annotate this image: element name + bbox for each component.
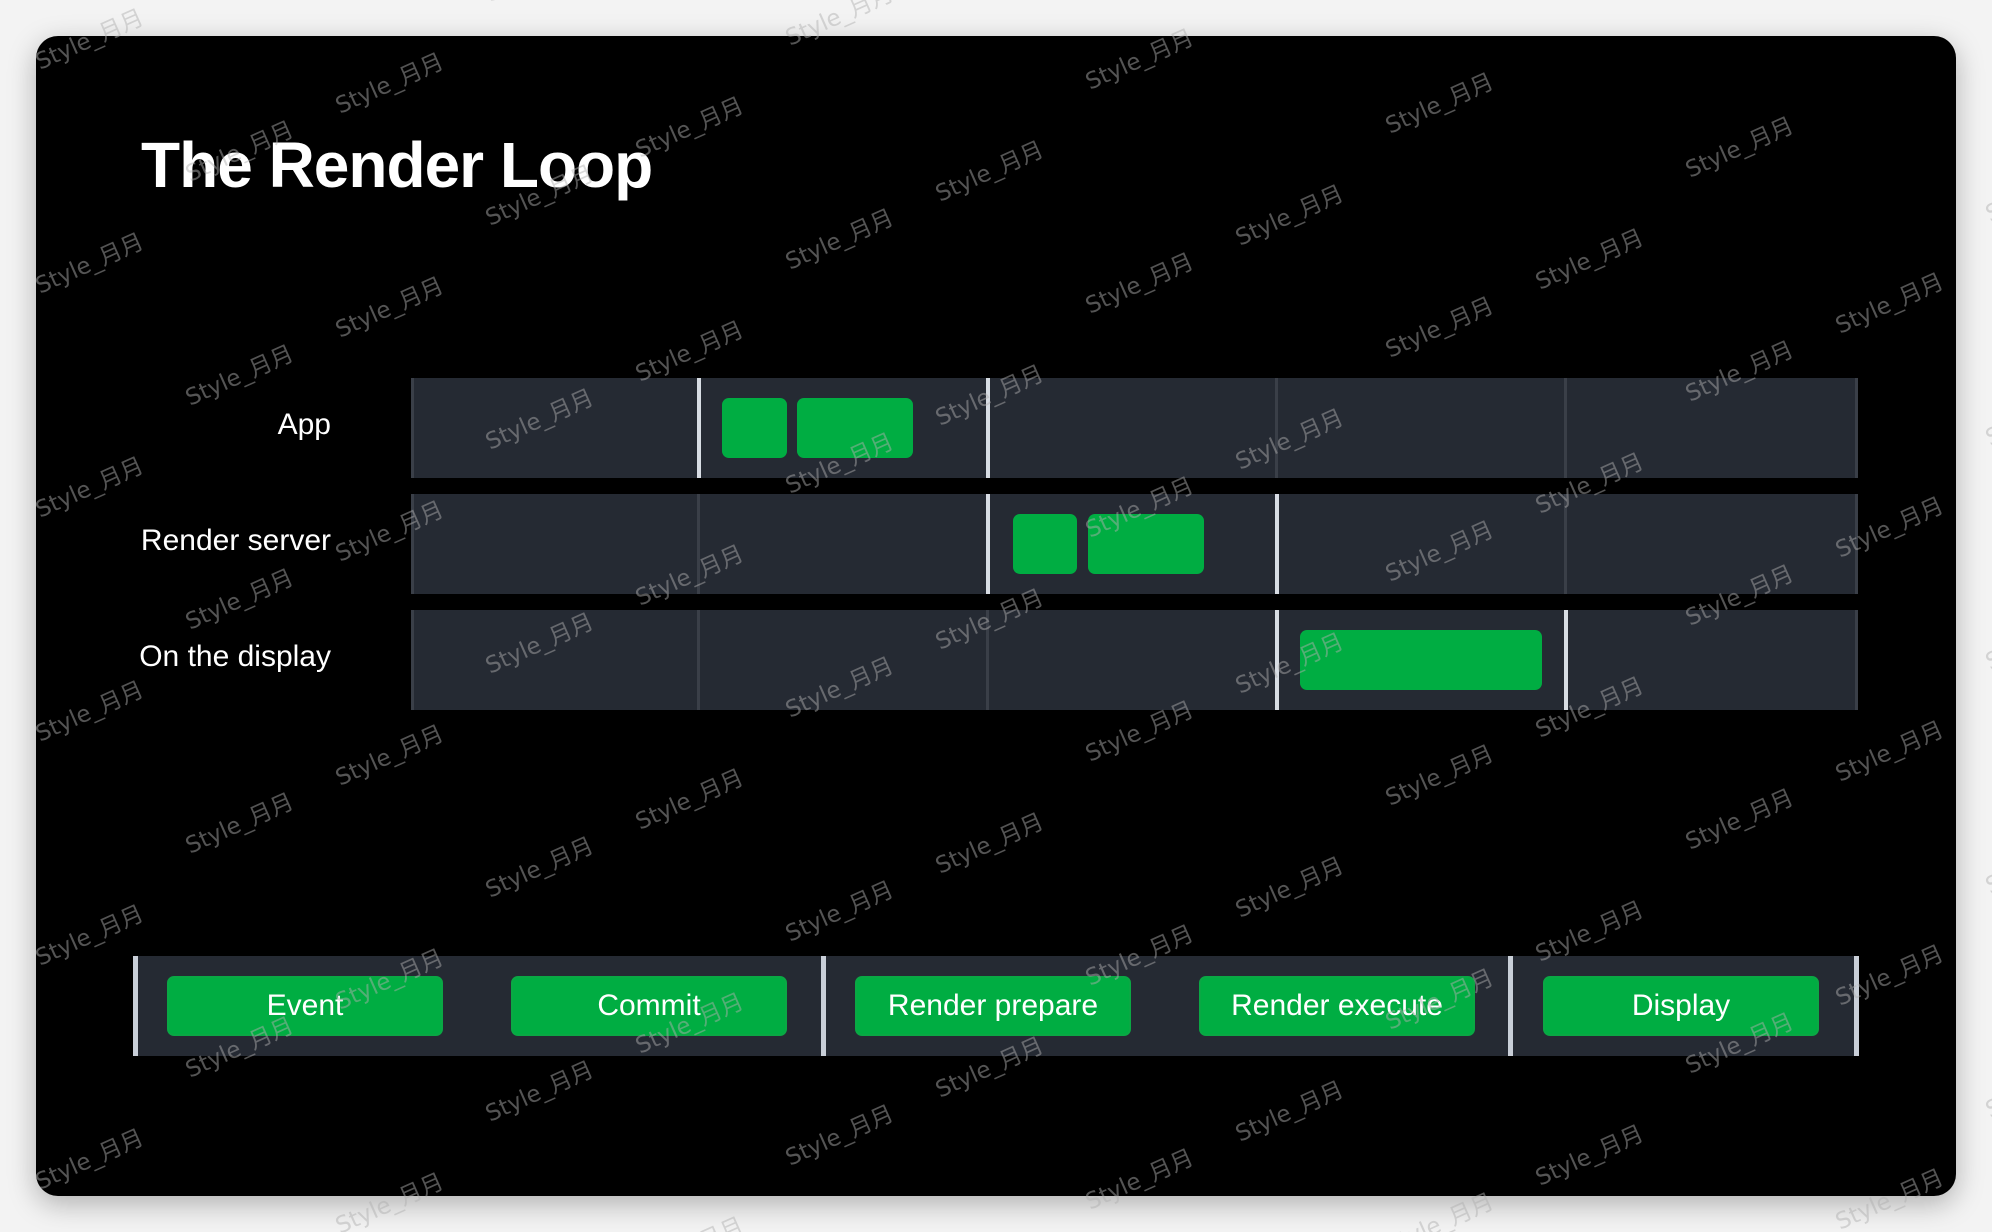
frame-boundary — [1275, 610, 1279, 710]
watermark-text: Style_月月 — [1982, 829, 1992, 900]
lane-divider — [697, 610, 700, 710]
display-block — [1300, 630, 1542, 690]
app-event-block — [722, 398, 787, 458]
lane-divider — [1855, 610, 1858, 710]
lane-divider — [1855, 494, 1858, 594]
lane-divider — [1564, 494, 1567, 594]
phase-render-execute: Render execute — [1199, 976, 1475, 1036]
row-label-app: App — [277, 408, 331, 441]
watermark-text: Style_月月 — [632, 1213, 748, 1232]
lane-divider — [411, 378, 414, 478]
frame-boundary — [986, 378, 990, 478]
frame-boundary — [697, 378, 701, 478]
lane-render-server — [411, 494, 1858, 594]
lane-divider — [697, 494, 700, 594]
frame-boundary — [986, 494, 990, 594]
watermark-text: Style_月月 — [1982, 605, 1992, 676]
lane-divider — [1564, 378, 1567, 478]
row-label-on-the-display: On the display — [139, 640, 331, 673]
phase-display: Display — [1543, 976, 1819, 1036]
phase-commit: Commit — [511, 976, 787, 1036]
phase-event: Event — [167, 976, 443, 1036]
app-commit-block — [797, 398, 913, 458]
render-prepare-block — [1013, 514, 1077, 574]
frame-boundary — [1275, 494, 1279, 594]
lane-on-the-display — [411, 610, 1858, 710]
watermark-text: Style_月月 — [1982, 381, 1992, 452]
watermark-text: Style_月月 — [482, 0, 598, 7]
slide: The Render Loop App Render server On the… — [36, 36, 1956, 1196]
watermark-text: Style_月月 — [1982, 1053, 1992, 1124]
lane-divider — [986, 610, 989, 710]
lane-divider — [411, 610, 414, 710]
lane-divider — [411, 494, 414, 594]
row-label-render-server: Render server — [140, 524, 331, 557]
phase-bar: Event Commit Render prepare Render execu… — [133, 956, 1859, 1056]
phase-separator — [1508, 956, 1513, 1056]
phase-separator — [821, 956, 826, 1056]
phase-render-prepare: Render prepare — [855, 976, 1131, 1036]
slide-title: The Render Loop — [141, 129, 653, 201]
lane-app — [411, 378, 1858, 478]
watermark-text: Style_月月 — [1982, 157, 1992, 228]
lane-divider — [1275, 378, 1278, 478]
render-execute-block — [1088, 514, 1204, 574]
frame-boundary — [1564, 610, 1568, 710]
phase-separator — [1854, 956, 1859, 1056]
phase-separator — [133, 956, 138, 1056]
lane-divider — [1855, 378, 1858, 478]
